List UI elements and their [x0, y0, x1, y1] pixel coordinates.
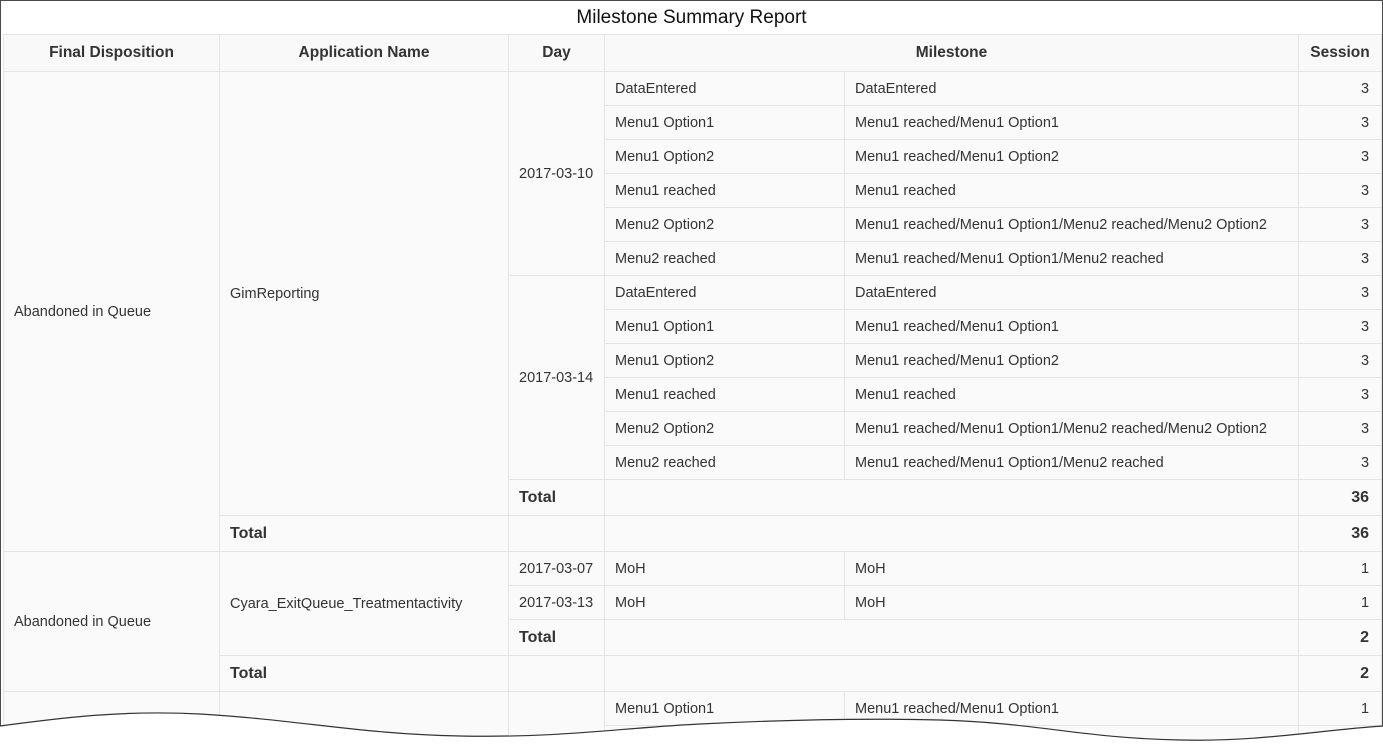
day-total-spacer [603, 479, 1300, 516]
day-total-value: 2 [1298, 619, 1382, 656]
session-cell: 3 [1298, 275, 1382, 310]
header-milestone[interactable]: Milestone [603, 34, 1300, 72]
milestone-path-cell: Menu1 reached/Menu1 Option1 [843, 309, 1300, 344]
header-final-disposition[interactable]: Final Disposition [3, 34, 220, 72]
day-cell: 2017-03-14 [508, 275, 605, 480]
day-total-spacer [603, 619, 1300, 656]
session-cell: 3 [1298, 71, 1382, 106]
milestone-path-cell: Menu1 reached [843, 377, 1300, 412]
header-day[interactable]: Day [508, 34, 605, 72]
milestone-path-cell: Menu1 reached/Menu1 Option2 [843, 343, 1300, 378]
milestone-cell: Menu1 Option2 [604, 139, 845, 174]
disposition-cell: Abandoned in Queue [3, 551, 220, 692]
header-session[interactable]: Session [1298, 34, 1382, 72]
milestone-path-cell: DataEntered [843, 275, 1300, 310]
milestone-cell: Menu1 Option1 [604, 105, 845, 140]
app-total-label: Total [219, 515, 509, 552]
milestone-cell: Menu1 reached [604, 377, 845, 412]
torn-edge [0, 712, 1383, 748]
milestone-path-cell: Menu1 reached/Menu1 Option1 [843, 105, 1300, 140]
milestone-path-cell: Menu1 reached [843, 173, 1300, 208]
application-cell: GimReporting [219, 71, 509, 516]
day-cell: 2017-03-13 [508, 585, 605, 620]
session-cell: 3 [1298, 377, 1382, 412]
milestone-cell: MoH [604, 585, 845, 620]
day-total-value: 36 [1298, 479, 1382, 516]
header-row: Final Disposition Application Name Day M… [3, 34, 1382, 72]
app-total-spacer [508, 515, 605, 552]
session-cell: 3 [1298, 105, 1382, 140]
milestone-path-cell: Menu1 reached/Menu1 Option1/Menu2 reache… [843, 445, 1300, 480]
milestone-cell: Menu2 Option2 [604, 411, 845, 446]
milestone-cell: DataEntered [604, 71, 845, 106]
session-cell: 3 [1298, 343, 1382, 378]
app-total-value: 2 [1298, 655, 1382, 692]
milestone-cell: DataEntered [604, 275, 845, 310]
session-cell: 3 [1298, 139, 1382, 174]
milestone-cell: Menu2 reached [604, 241, 845, 276]
session-cell: 3 [1298, 207, 1382, 242]
session-cell: 1 [1298, 551, 1382, 586]
milestone-table: Final Disposition Application Name Day M… [3, 34, 1382, 747]
session-cell: 3 [1298, 173, 1382, 208]
milestone-cell: Menu1 Option2 [604, 343, 845, 378]
app-total-spacer [603, 655, 1300, 692]
day-cell: 2017-03-10 [508, 71, 605, 276]
milestone-path-cell: Menu1 reached/Menu1 Option2 [843, 139, 1300, 174]
milestone-cell: Menu1 reached [604, 173, 845, 208]
milestone-path-cell: Menu1 reached/Menu1 Option1/Menu2 reache… [843, 207, 1300, 242]
table-row: Abandoned in Queue Cyara_ExitQueue_Treat… [3, 551, 1382, 692]
report-frame: Milestone Summary Report Final Dispositi… [0, 0, 1383, 748]
report-title: Milestone Summary Report [576, 7, 807, 28]
app-total-value: 36 [1298, 515, 1382, 552]
milestone-cell: Menu1 Option1 [604, 309, 845, 344]
app-total-label: Total [219, 655, 509, 692]
milestone-path-cell: Menu1 reached/Menu1 Option1/Menu2 reache… [843, 241, 1300, 276]
milestone-path-cell: MoH [843, 585, 1300, 620]
disposition-cell: Abandoned in Queue [3, 71, 220, 552]
day-cell: 2017-03-07 [508, 551, 605, 586]
milestone-cell: Menu2 Option2 [604, 207, 845, 242]
session-cell: 3 [1298, 241, 1382, 276]
milestone-path-cell: Menu1 reached/Menu1 Option1/Menu2 reache… [843, 411, 1300, 446]
session-cell: 3 [1298, 411, 1382, 446]
milestone-path-cell: MoH [843, 551, 1300, 586]
app-total-spacer [508, 655, 605, 692]
day-total-label: Total [508, 479, 605, 516]
milestone-path-cell: DataEntered [843, 71, 1300, 106]
session-cell: 3 [1298, 445, 1382, 480]
milestone-cell: MoH [604, 551, 845, 586]
app-total-spacer [603, 515, 1300, 552]
milestone-cell: Menu2 reached [604, 445, 845, 480]
session-cell: 1 [1298, 585, 1382, 620]
application-cell: Cyara_ExitQueue_Treatmentactivity [219, 551, 509, 656]
header-application-name[interactable]: Application Name [219, 34, 509, 72]
session-cell: 3 [1298, 309, 1382, 344]
day-total-label: Total [508, 619, 605, 656]
table-row: Abandoned in Queue GimReporting 2017-03-… [3, 71, 1382, 552]
